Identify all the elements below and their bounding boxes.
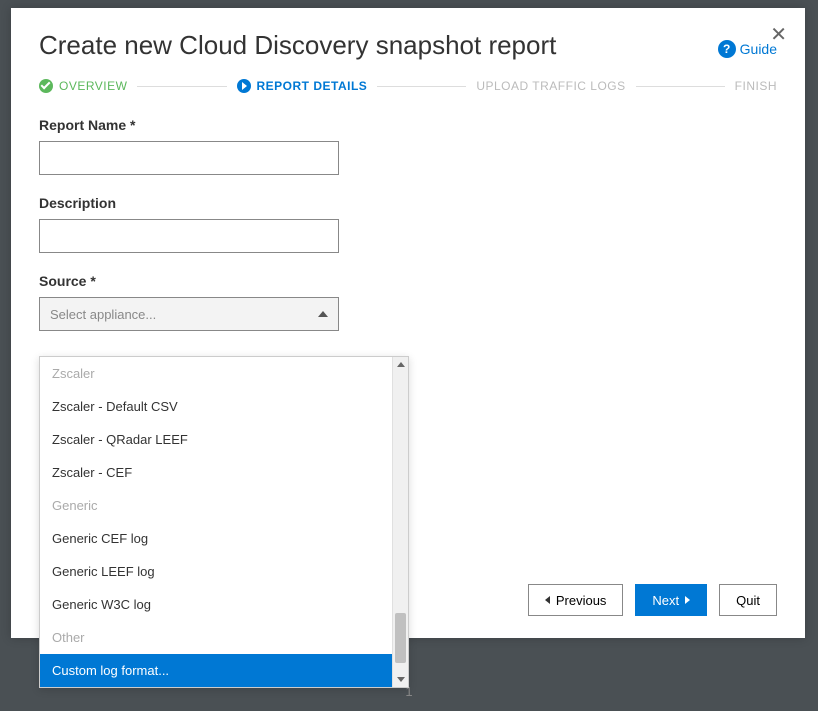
step-report-details[interactable]: REPORT DETAILS — [237, 79, 368, 93]
dialog-create-snapshot-report: ✕ Create new Cloud Discovery snapshot re… — [11, 8, 805, 638]
chevron-up-icon — [318, 311, 328, 317]
quit-button-label: Quit — [736, 593, 760, 608]
source-select[interactable]: Select appliance... — [39, 297, 339, 331]
wizard-steps: OVERVIEW REPORT DETAILS UPLOAD TRAFFIC L… — [39, 79, 777, 93]
step-overview[interactable]: OVERVIEW — [39, 79, 127, 93]
source-select-placeholder: Select appliance... — [50, 307, 156, 322]
next-button-label: Next — [652, 593, 679, 608]
previous-button-label: Previous — [556, 593, 607, 608]
chevron-right-icon — [685, 596, 690, 604]
dropdown-scrollbar[interactable] — [392, 357, 408, 687]
report-name-label: Report Name * — [39, 117, 777, 133]
source-dropdown: Zscaler Zscaler - Default CSV Zscaler - … — [39, 356, 409, 688]
scroll-thumb[interactable] — [395, 613, 406, 663]
step-label: UPLOAD TRAFFIC LOGS — [476, 79, 625, 93]
dropdown-group-zscaler: Zscaler — [40, 357, 408, 390]
step-connector — [377, 86, 466, 87]
dropdown-option-custom-log[interactable]: Custom log format... — [40, 654, 408, 687]
next-button[interactable]: Next — [635, 584, 707, 616]
step-connector — [137, 86, 226, 87]
source-label: Source * — [39, 273, 777, 289]
description-input[interactable] — [39, 219, 339, 253]
checkmark-icon — [39, 79, 53, 93]
dialog-title: Create new Cloud Discovery snapshot repo… — [39, 30, 556, 61]
dropdown-option[interactable]: Zscaler - QRadar LEEF — [40, 423, 408, 456]
step-label: OVERVIEW — [59, 79, 127, 93]
step-finish: FINISH — [735, 79, 777, 93]
dropdown-option[interactable]: Zscaler - CEF — [40, 456, 408, 489]
description-label: Description — [39, 195, 777, 211]
report-name-input[interactable] — [39, 141, 339, 175]
close-icon[interactable]: ✕ — [770, 22, 787, 47]
scroll-up-icon[interactable] — [397, 362, 405, 367]
dropdown-option[interactable]: Generic CEF log — [40, 522, 408, 555]
step-label: FINISH — [735, 79, 777, 93]
dropdown-option[interactable]: Zscaler - Default CSV — [40, 390, 408, 423]
dropdown-group-other: Other — [40, 621, 408, 654]
step-label: REPORT DETAILS — [257, 79, 368, 93]
dropdown-option[interactable]: Generic W3C log — [40, 588, 408, 621]
scroll-down-icon[interactable] — [397, 677, 405, 682]
guide-link[interactable]: ? Guide — [718, 40, 777, 58]
quit-button[interactable]: Quit — [719, 584, 777, 616]
step-connector — [636, 86, 725, 87]
chevron-left-icon — [545, 596, 550, 604]
dropdown-option[interactable]: Generic LEEF log — [40, 555, 408, 588]
dropdown-group-generic: Generic — [40, 489, 408, 522]
step-upload-logs: UPLOAD TRAFFIC LOGS — [476, 79, 625, 93]
previous-button[interactable]: Previous — [528, 584, 624, 616]
help-icon: ? — [718, 40, 736, 58]
play-icon — [237, 79, 251, 93]
dialog-footer: Previous Next Quit — [528, 584, 777, 616]
